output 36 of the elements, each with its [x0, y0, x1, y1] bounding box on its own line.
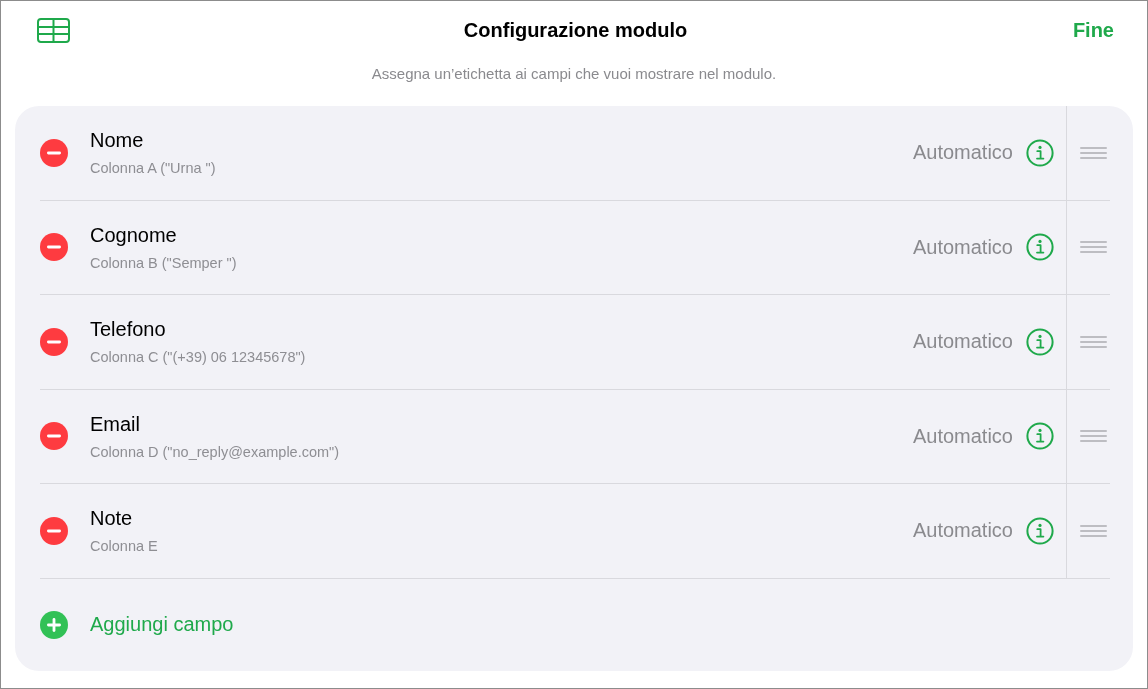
field-name: Nome [90, 128, 144, 153]
field-type-label: Automatico [912, 235, 1013, 259]
info-icon[interactable] [1026, 138, 1054, 167]
field-type-label: Automatico [912, 141, 1013, 165]
field-name: Email [90, 411, 140, 436]
drag-handle-icon[interactable] [1080, 524, 1107, 537]
field-type-label: Automatico [912, 519, 1013, 543]
field-type-label: Automatico [912, 424, 1013, 448]
drag-handle-icon[interactable] [1080, 335, 1107, 348]
drag-handle-icon[interactable] [1080, 430, 1107, 443]
minus-circle-icon[interactable] [40, 327, 68, 356]
info-icon[interactable] [1026, 422, 1054, 451]
column-label: Colonna B ("Semper ") [90, 253, 237, 272]
table-icon[interactable] [37, 17, 70, 43]
minus-circle-icon[interactable] [40, 233, 68, 262]
drag-handle-icon[interactable] [1080, 241, 1107, 254]
column-label: Colonna A ("Urna ") [90, 159, 216, 178]
dialog-title: Configurazione modulo [463, 18, 688, 42]
field-type-label: Automatico [912, 330, 1013, 354]
info-icon[interactable] [1026, 516, 1054, 545]
minus-circle-icon[interactable] [40, 422, 68, 451]
minus-circle-icon[interactable] [40, 138, 68, 167]
drag-handle-icon[interactable] [1080, 146, 1107, 159]
field-name: Note [90, 506, 133, 531]
field-name: Telefono [90, 317, 166, 342]
add-field-button[interactable]: Aggiungi campo [40, 610, 234, 639]
column-label: Colonna E [90, 537, 158, 556]
info-icon[interactable] [1026, 327, 1054, 356]
field-name: Cognome [90, 222, 177, 247]
plus-circle-icon [40, 610, 68, 639]
column-label: Colonna D ("no_reply@example.com") [90, 442, 340, 461]
minus-circle-icon[interactable] [40, 516, 68, 545]
column-label: Colonna C ("(+39) 06 12345678") [90, 348, 306, 367]
info-icon[interactable] [1026, 233, 1054, 262]
instruction-text: Assegna un’etichetta ai campi che vuoi mostrare nel modulo. [371, 64, 777, 84]
done-button[interactable]: Fine [1072, 18, 1114, 42]
